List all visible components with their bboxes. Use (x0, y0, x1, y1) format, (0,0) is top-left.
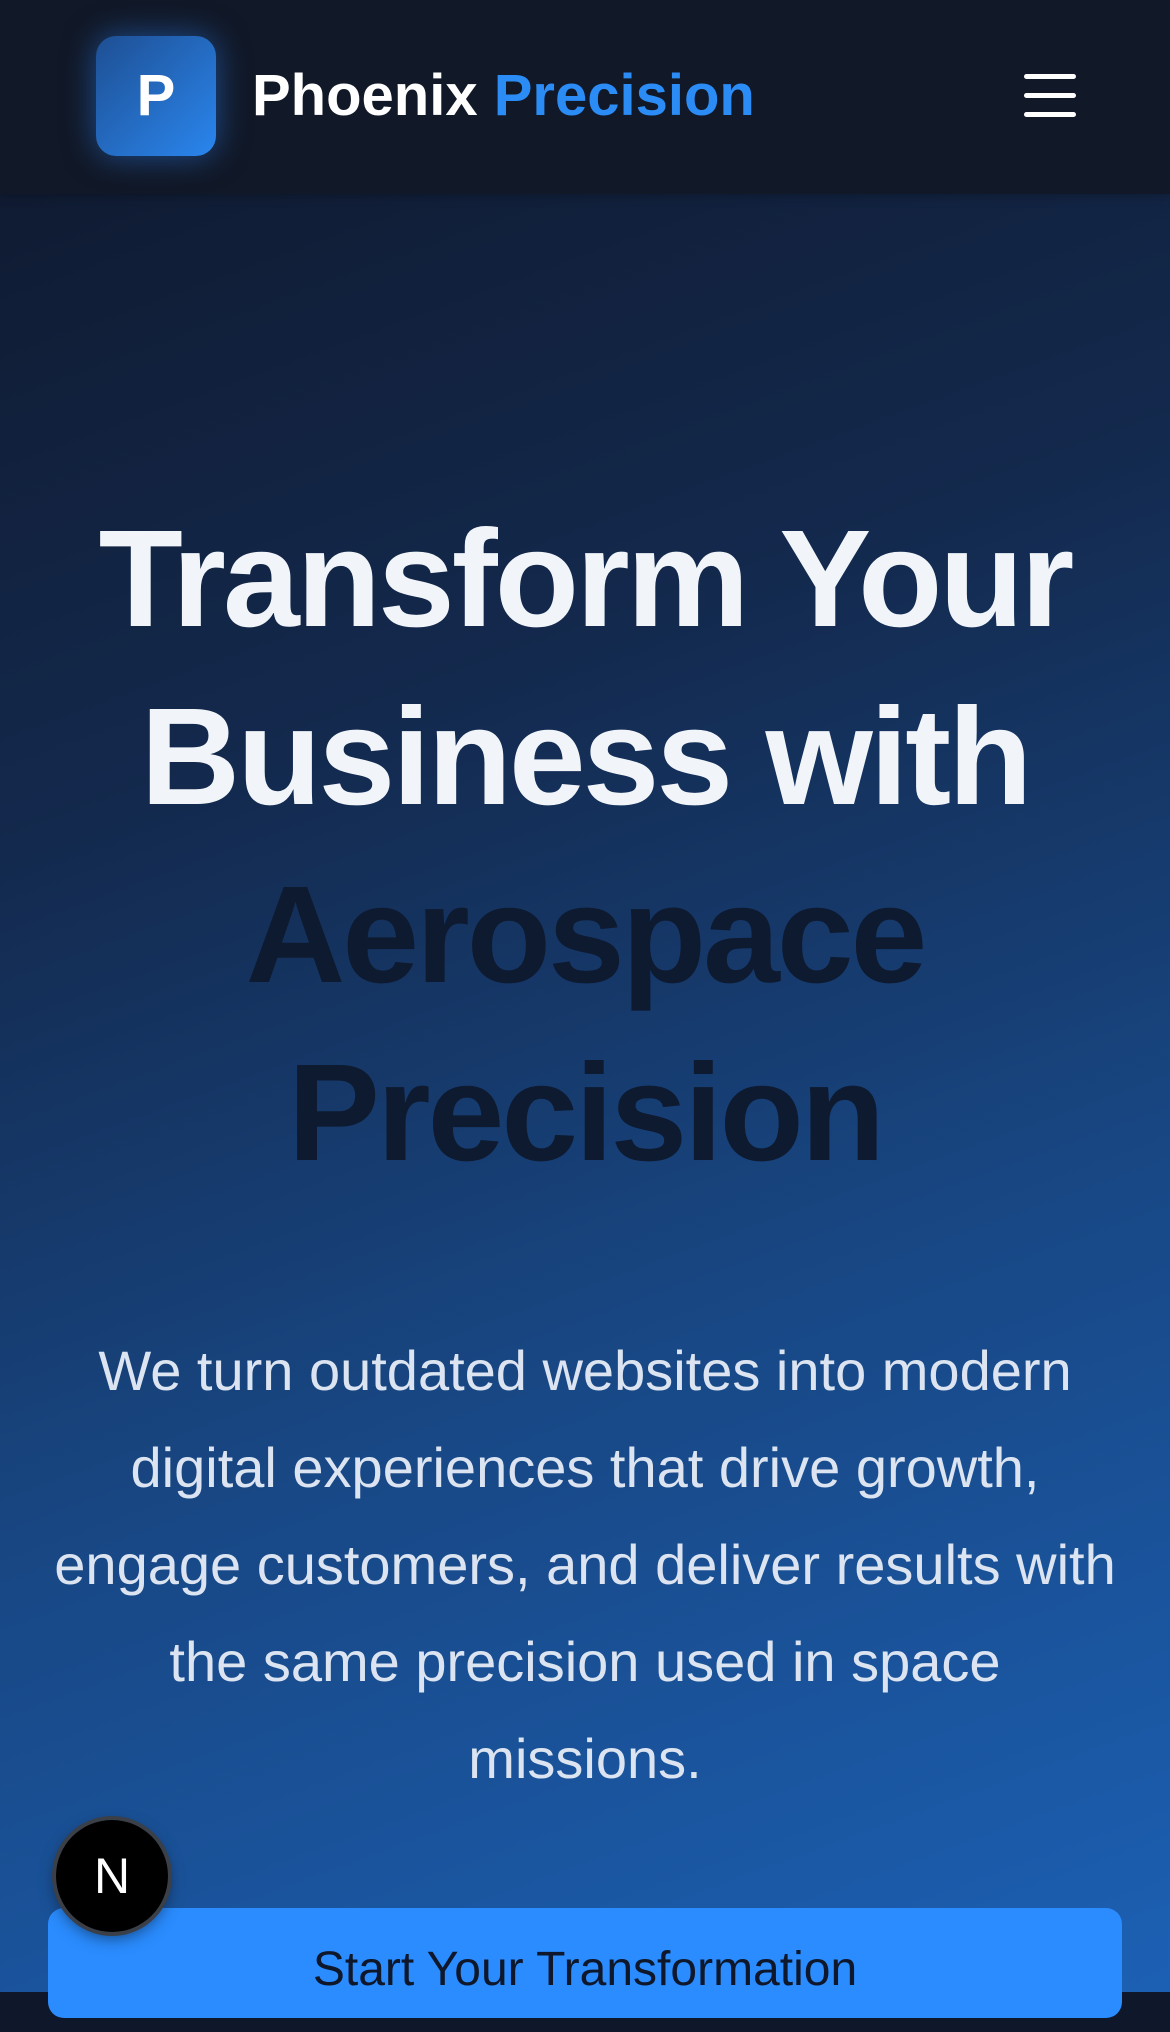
hamburger-menu-icon[interactable] (1016, 66, 1084, 124)
logo-icon[interactable]: P (96, 36, 216, 156)
hero-description: We turn outdated websites into modern di… (54, 1339, 1116, 1790)
menu-bar-middle (1024, 93, 1076, 98)
brand-name-primary: Phoenix (252, 63, 478, 128)
hero-section: Transform Your Business with Aerospace P… (0, 0, 1170, 2018)
logo-letter: P (136, 63, 176, 128)
start-transformation-button[interactable]: Start Your Transformation (48, 1908, 1122, 2018)
nextjs-logo-icon: N (93, 1848, 131, 1904)
menu-bar-bottom (1024, 112, 1076, 117)
headline-line-1: Transform Your (98, 502, 1075, 656)
headline-line-3: Aerospace (245, 858, 928, 1012)
headline-line-2: Business with (140, 680, 1033, 834)
brand-name-accent: Precision (493, 63, 755, 128)
hero-headline: Transform Your Business with Aerospace P… (40, 490, 1130, 1202)
headline-line-4: Precision (287, 1036, 885, 1190)
menu-bar-top (1024, 74, 1076, 79)
top-navbar: P Phoenix Precision (0, 0, 1170, 194)
brand-name[interactable]: Phoenix Precision (252, 58, 755, 134)
nextjs-dev-badge-button[interactable]: N (56, 1820, 168, 1932)
